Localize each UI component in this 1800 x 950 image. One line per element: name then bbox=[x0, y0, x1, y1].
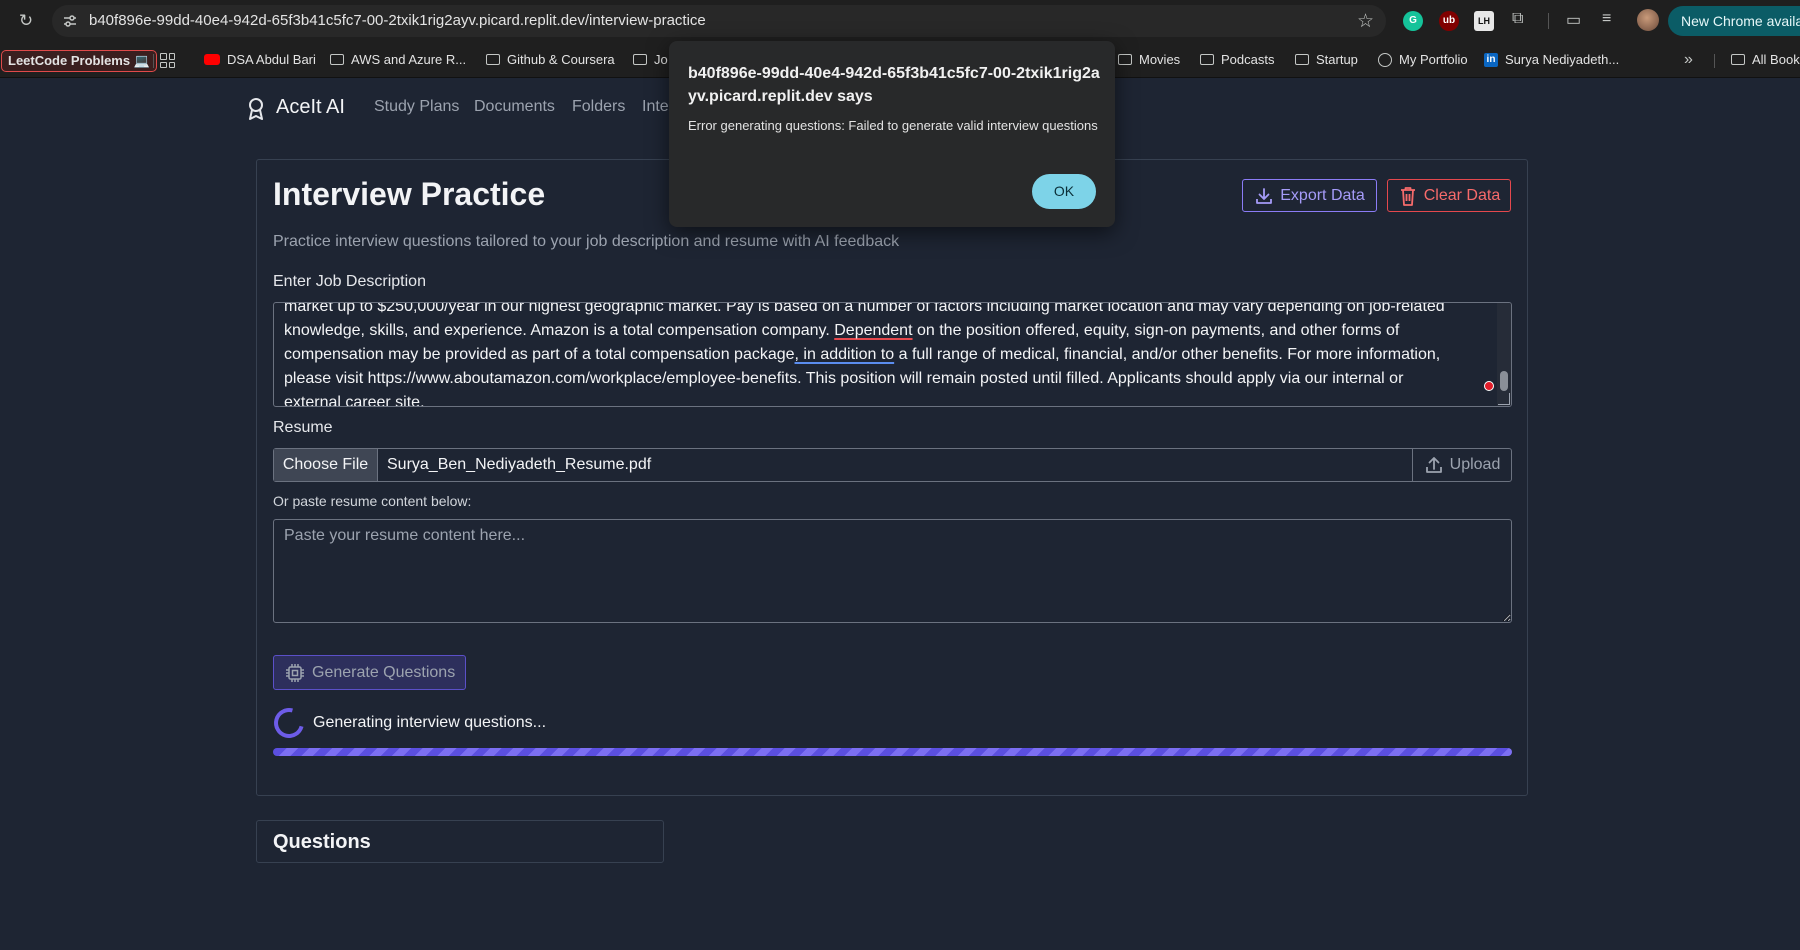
job-description-label: Enter Job Description bbox=[273, 273, 426, 290]
more-bookmarks-icon[interactable]: » bbox=[1684, 51, 1693, 69]
apps-grid-icon[interactable] bbox=[160, 53, 175, 68]
dialog-title: b40f896e-99dd-40e4-942d-65f3b41c5fc7-00-… bbox=[688, 65, 1100, 105]
folder-icon bbox=[1200, 54, 1214, 65]
browser-toolbar: ↻ b40f896e-99dd-40e4-942d-65f3b41c5fc7-0… bbox=[0, 0, 1800, 42]
cpu-chip-icon bbox=[286, 663, 304, 682]
grammarly-extension-icon[interactable]: G bbox=[1403, 11, 1423, 31]
job-description-text: market up to $250,000/year in our highes… bbox=[284, 302, 1445, 407]
upload-button[interactable]: Upload bbox=[1412, 449, 1511, 481]
resume-label: Resume bbox=[273, 419, 333, 436]
generating-status: Generating interview questions... bbox=[313, 714, 547, 731]
dialog-message: Error generating questions: Failed to ge… bbox=[688, 118, 1098, 133]
bookmarks-divider bbox=[153, 54, 154, 68]
media-control-icon[interactable]: ≡ bbox=[1602, 10, 1611, 28]
cast-icon[interactable]: ▭ bbox=[1566, 10, 1581, 30]
bookmark-startup[interactable]: Startup bbox=[1295, 52, 1358, 67]
bookmark-dsa[interactable]: DSA Abdul Bari bbox=[204, 52, 316, 67]
nav-study-plans[interactable]: Study Plans bbox=[374, 98, 459, 116]
interview-practice-card: Interview Practice Export Data Clear Dat… bbox=[256, 159, 1528, 796]
loading-spinner-icon bbox=[268, 702, 310, 744]
export-data-label: Export Data bbox=[1280, 186, 1365, 204]
site-info-icon[interactable] bbox=[62, 13, 78, 29]
resume-file-input: Choose File Surya_Ben_Nediyadeth_Resume.… bbox=[273, 448, 1512, 482]
linkedin-icon: in bbox=[1484, 52, 1498, 67]
trash-icon bbox=[1400, 186, 1415, 206]
globe-icon bbox=[1378, 52, 1392, 67]
folder-icon bbox=[330, 54, 344, 65]
bookmark-aws[interactable]: AWS and Azure R... bbox=[330, 52, 466, 67]
folder-icon bbox=[486, 54, 500, 65]
alert-dialog: b40f896e-99dd-40e4-942d-65f3b41c5fc7-00-… bbox=[669, 41, 1115, 227]
export-data-button[interactable]: Export Data bbox=[1242, 179, 1377, 212]
questions-card: Questions bbox=[256, 820, 664, 863]
resume-content-textarea[interactable] bbox=[273, 519, 1512, 623]
youtube-icon bbox=[204, 54, 220, 65]
reload-icon[interactable]: ↻ bbox=[16, 11, 36, 31]
bookmark-leetcode[interactable]: LeetCode Problems 💻 bbox=[1, 50, 157, 72]
nav-interview-practice[interactable]: Inte bbox=[642, 98, 669, 116]
profile-avatar[interactable] bbox=[1637, 9, 1659, 31]
progress-bar-fill bbox=[273, 748, 1512, 756]
bookmark-jobs[interactable]: Jo bbox=[633, 52, 668, 67]
job-description-textarea[interactable]: market up to $250,000/year in our highes… bbox=[273, 302, 1512, 407]
selected-file-name: Surya_Ben_Nediyadeth_Resume.pdf bbox=[387, 456, 652, 473]
clear-data-button[interactable]: Clear Data bbox=[1387, 179, 1511, 212]
bookmark-star-icon[interactable]: ☆ bbox=[1357, 10, 1374, 33]
textarea-scrollbar[interactable] bbox=[1497, 303, 1511, 406]
bookmark-movies[interactable]: Movies bbox=[1118, 52, 1180, 67]
folder-icon bbox=[1118, 54, 1132, 65]
folder-icon bbox=[633, 54, 647, 65]
resize-handle-icon[interactable] bbox=[1498, 393, 1510, 405]
address-bar[interactable]: b40f896e-99dd-40e4-942d-65f3b41c5fc7-00-… bbox=[52, 5, 1386, 37]
bookmarks-divider bbox=[1714, 54, 1715, 68]
page-subtitle: Practice interview questions tailored to… bbox=[273, 233, 900, 250]
questions-title: Questions bbox=[273, 831, 371, 853]
award-ribbon-icon bbox=[249, 98, 263, 120]
page-title: Interview Practice bbox=[273, 176, 546, 212]
chrome-update-button[interactable]: New Chrome available bbox=[1668, 6, 1800, 36]
choose-file-button[interactable]: Choose File bbox=[274, 449, 378, 481]
bookmark-linkedin[interactable]: in Surya Nediyadeth... bbox=[1484, 52, 1619, 67]
bookmark-podcasts[interactable]: Podcasts bbox=[1200, 52, 1274, 67]
generate-questions-button[interactable]: Generate Questions bbox=[273, 655, 466, 690]
url-text: b40f896e-99dd-40e4-942d-65f3b41c5fc7-00-… bbox=[89, 12, 706, 29]
bookmark-all-bookmarks[interactable]: All Book bbox=[1731, 52, 1800, 67]
progress-bar bbox=[273, 748, 1512, 756]
bookmark-portfolio[interactable]: My Portfolio bbox=[1378, 52, 1468, 67]
nav-folders[interactable]: Folders bbox=[572, 98, 625, 116]
scrollbar-thumb[interactable] bbox=[1500, 371, 1508, 391]
download-icon bbox=[1256, 187, 1273, 204]
ublock-extension-icon[interactable]: ub bbox=[1439, 11, 1459, 31]
extensions-puzzle-icon[interactable]: ⧉ bbox=[1512, 10, 1523, 28]
upload-icon bbox=[1425, 457, 1442, 473]
paste-resume-label: Or paste resume content below: bbox=[273, 493, 472, 509]
generate-questions-label: Generate Questions bbox=[312, 663, 456, 681]
bookmark-github[interactable]: Github & Coursera bbox=[486, 52, 615, 67]
nav-documents[interactable]: Documents bbox=[474, 98, 555, 116]
upload-label: Upload bbox=[1449, 456, 1501, 473]
dialog-ok-button[interactable]: OK bbox=[1032, 174, 1096, 209]
folder-icon bbox=[1731, 54, 1745, 65]
url-path: /interview-practice bbox=[584, 12, 706, 29]
lighthouse-extension-icon[interactable]: LH bbox=[1474, 11, 1494, 31]
clear-data-label: Clear Data bbox=[1423, 186, 1501, 204]
brand-name[interactable]: AceIt AI bbox=[276, 96, 345, 119]
toolbar-divider bbox=[1548, 13, 1549, 29]
url-host: b40f896e-99dd-40e4-942d-65f3b41c5fc7-00-… bbox=[89, 12, 585, 29]
grammar-indicator-icon[interactable] bbox=[1484, 381, 1494, 391]
folder-icon bbox=[1295, 54, 1309, 65]
